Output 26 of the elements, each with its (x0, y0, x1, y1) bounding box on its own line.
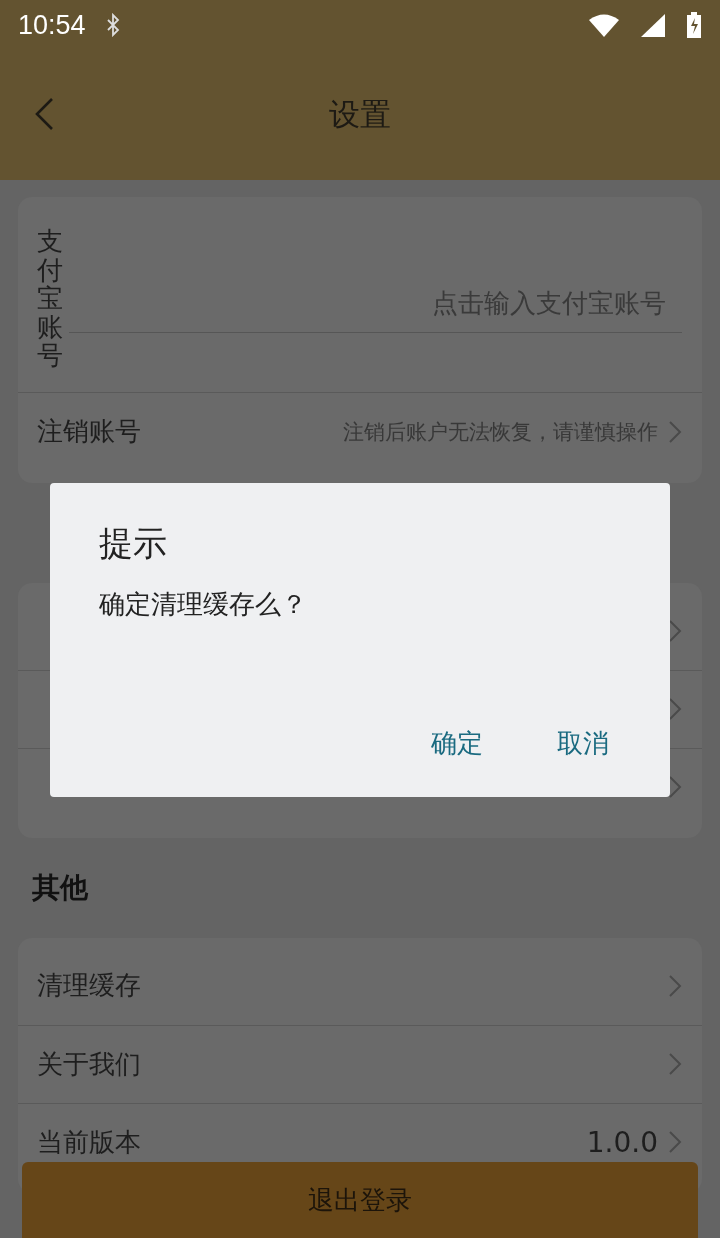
chevron-right-icon (668, 1052, 682, 1077)
chevron-right-icon (668, 775, 682, 800)
alipay-label: 支付宝账号 (37, 227, 63, 370)
dialog-message: 确定清理缓存么？ (99, 588, 308, 621)
status-time: 10:54 (18, 9, 86, 41)
back-icon[interactable] (34, 97, 54, 131)
bluetooth-icon (105, 13, 120, 37)
chevron-right-icon (668, 1130, 682, 1155)
logout-button[interactable]: 退出登录 (22, 1162, 698, 1238)
row-label[interactable]: 关于我们 (37, 1046, 658, 1082)
row-label[interactable]: 当前版本 (37, 1124, 577, 1160)
section-title: 其他 (32, 869, 88, 906)
chevron-right-icon (668, 618, 682, 643)
chevron-right-icon (668, 419, 682, 444)
dialog-button[interactable]: 取消 (557, 726, 609, 761)
chevron-right-icon (668, 697, 682, 722)
chevron-right-icon (668, 973, 682, 998)
wifi-icon (588, 13, 620, 37)
battery-charging-icon (686, 12, 702, 38)
row-label[interactable]: 清理缓存 (37, 968, 658, 1004)
row-value: 1.0.0 (586, 1125, 658, 1159)
signal-icon (640, 13, 666, 37)
row-label[interactable]: 注销账号 (37, 414, 333, 450)
page-title: 设置 (329, 95, 391, 134)
dialog-button[interactable]: 确定 (431, 726, 483, 761)
dialog-title: 提示 (99, 522, 168, 565)
